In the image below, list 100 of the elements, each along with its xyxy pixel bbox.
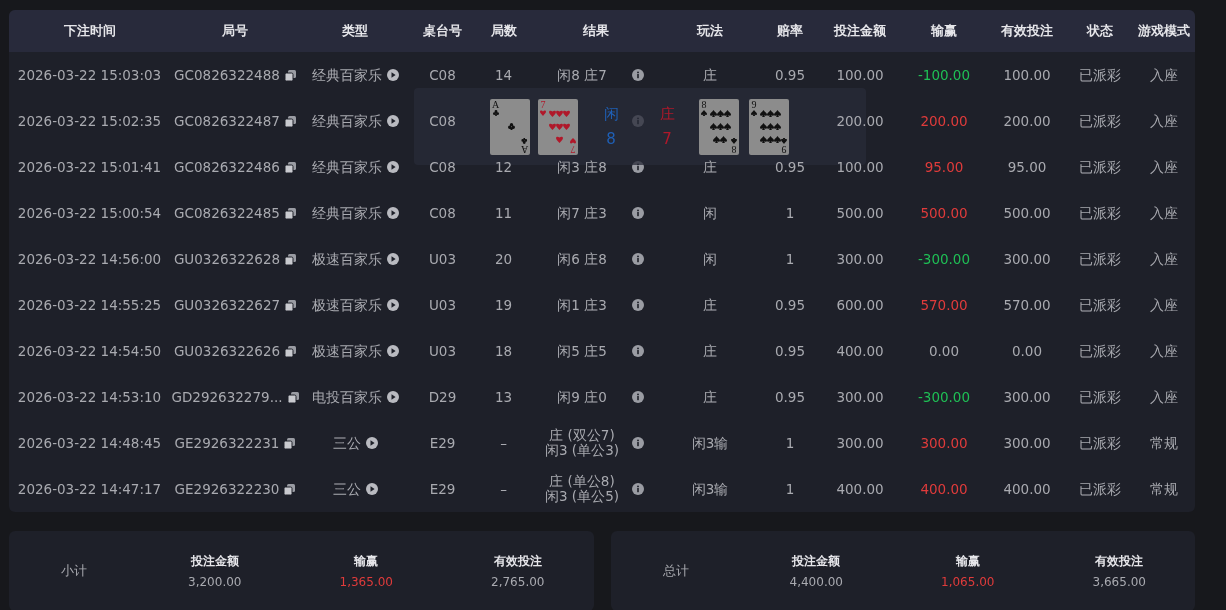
column-header: 局数 xyxy=(489,22,518,41)
round-id: GE2926322230 xyxy=(174,479,280,499)
bet-type: 闲 xyxy=(703,203,717,223)
bet-amount: 600.00 xyxy=(836,295,884,315)
round-number: 13 xyxy=(494,387,513,407)
bet-time: 2026-03-22 14:53:10 xyxy=(17,387,162,407)
bet-type: 庄 xyxy=(703,387,717,407)
play-icon[interactable] xyxy=(386,207,399,219)
play-icon[interactable] xyxy=(386,69,399,81)
valid-bet: 300.00 xyxy=(1003,249,1051,269)
bet-amount: 300.00 xyxy=(836,433,884,453)
table-number: U03 xyxy=(428,295,457,315)
round-id: GU0326322628 xyxy=(173,249,281,269)
column-header: 桌台号 xyxy=(422,22,463,41)
info-icon[interactable] xyxy=(632,69,644,81)
side-label: 庄 xyxy=(659,104,675,125)
game-mode: 入座 xyxy=(1150,203,1178,223)
bet-time: 2026-03-22 15:03:03 xyxy=(17,65,162,85)
table-number: U03 xyxy=(428,341,457,361)
copy-icon[interactable] xyxy=(284,69,296,81)
valid-bet: 200.00 xyxy=(1003,111,1051,131)
column-header: 类型 xyxy=(341,22,369,41)
table-number: C08 xyxy=(429,203,456,223)
play-icon[interactable] xyxy=(386,299,399,311)
side-score: 8 xyxy=(606,128,616,150)
round-id: GU0326322626 xyxy=(173,341,281,361)
odds: 0.95 xyxy=(774,65,806,85)
copy-icon[interactable] xyxy=(285,345,297,357)
game-mode: 常规 xyxy=(1150,433,1178,453)
status-text: 已派彩 xyxy=(1078,341,1121,361)
card-rank: 9 xyxy=(781,143,787,154)
play-icon[interactable] xyxy=(386,391,399,403)
copy-icon[interactable] xyxy=(284,483,296,495)
copy-icon[interactable] xyxy=(285,253,297,265)
info-icon[interactable] xyxy=(632,345,644,357)
club-icon xyxy=(507,123,515,130)
valid-bet: 100.00 xyxy=(1003,65,1051,85)
game-type: 电投百家乐 xyxy=(311,387,382,407)
copy-icon[interactable] xyxy=(284,115,296,127)
round-id: GC0826322487 xyxy=(174,111,280,131)
copy-icon[interactable] xyxy=(284,437,296,449)
bet-time: 2026-03-22 14:55:25 xyxy=(17,295,162,315)
bet-amount: 300.00 xyxy=(836,387,884,407)
summary-value: 4,400.00 xyxy=(789,573,843,591)
copy-icon[interactable] xyxy=(284,161,296,173)
copy-icon[interactable] xyxy=(285,299,297,311)
game-mode: 常规 xyxy=(1150,479,1178,499)
summary-label: 小计 xyxy=(61,562,87,581)
copy-icon[interactable] xyxy=(287,391,299,403)
win-loss-amount: 200.00 xyxy=(920,111,968,131)
round-id: GE2926322231 xyxy=(174,433,280,453)
bet-time: 2026-03-22 15:02:35 xyxy=(17,111,162,131)
odds: 0.95 xyxy=(774,295,806,315)
copy-icon[interactable] xyxy=(284,207,296,219)
valid-bet: 95.00 xyxy=(1007,157,1047,177)
win-loss-amount: 400.00 xyxy=(920,479,968,499)
info-icon[interactable] xyxy=(632,299,644,311)
play-icon[interactable] xyxy=(386,115,399,127)
bet-amount: 500.00 xyxy=(836,203,884,223)
status-text: 已派彩 xyxy=(1078,433,1121,453)
summary-heading: 投注金额 xyxy=(190,552,239,570)
game-mode: 入座 xyxy=(1150,65,1178,85)
bet-amount: 400.00 xyxy=(836,341,884,361)
summary-heading: 输赢 xyxy=(955,552,980,570)
bet-time: 2026-03-22 14:48:45 xyxy=(17,433,162,453)
bet-time: 2026-03-22 15:01:41 xyxy=(17,157,162,177)
round-number: 12 xyxy=(494,157,513,177)
info-icon[interactable] xyxy=(632,391,644,403)
play-icon[interactable] xyxy=(365,437,378,449)
card-rank: A xyxy=(520,143,528,154)
result-text: 闲7 庄3 xyxy=(557,205,607,221)
summary-heading: 输赢 xyxy=(354,552,379,570)
result-text: 庄 (双公7) xyxy=(549,428,615,443)
column-header: 赔率 xyxy=(776,22,804,41)
round-id: GD292632279... xyxy=(171,387,283,407)
info-icon[interactable] xyxy=(632,483,644,495)
round-number: 19 xyxy=(494,295,513,315)
play-icon[interactable] xyxy=(386,345,399,357)
game-type: 三公 xyxy=(332,479,361,499)
game-type: 极速百家乐 xyxy=(311,295,382,315)
bet-type: 庄 xyxy=(703,65,717,85)
status-text: 已派彩 xyxy=(1078,479,1121,499)
result-text: 闲1 庄3 xyxy=(557,297,607,313)
play-icon[interactable] xyxy=(386,161,399,173)
round-number: – xyxy=(500,479,507,499)
summary-value: 1,065.00 xyxy=(941,573,995,591)
info-icon[interactable] xyxy=(632,437,644,449)
column-header: 结果 xyxy=(582,22,610,41)
win-loss-amount: 500.00 xyxy=(920,203,968,223)
info-icon[interactable] xyxy=(632,207,644,219)
table-number: C08 xyxy=(429,65,456,85)
play-icon[interactable] xyxy=(365,483,378,495)
round-number: 14 xyxy=(494,65,513,85)
result-text: 闲8 庄7 xyxy=(557,67,607,83)
card-rank: 8 xyxy=(701,99,707,110)
summary-value: 3,665.00 xyxy=(1092,573,1146,591)
play-icon[interactable] xyxy=(386,253,399,265)
info-icon[interactable] xyxy=(632,253,644,265)
bet-amount: 300.00 xyxy=(836,249,884,269)
table-number: E29 xyxy=(429,479,456,499)
